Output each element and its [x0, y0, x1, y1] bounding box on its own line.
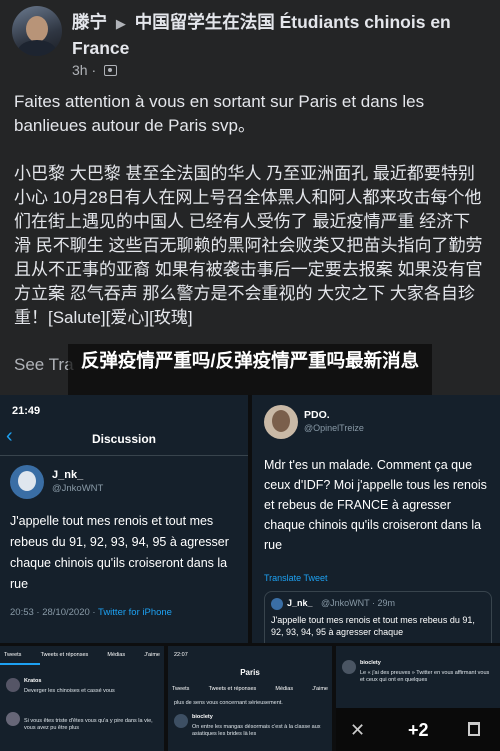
tab2-replies[interactable]: Tweets et réponses	[209, 686, 257, 693]
thumb2-title: Paris	[240, 668, 260, 677]
tweet-date: 20:53 · 28/10/2020 · Twitter for iPhone	[10, 607, 172, 618]
thumb2-line-2: On entre les mangas désormais c'est à la…	[192, 724, 321, 737]
profile-thumbnail-2[interactable]: 22:07 Paris Tweets Tweets et réponses Mé…	[168, 643, 332, 751]
trash-icon[interactable]	[468, 722, 480, 736]
post-meta: 3h ·	[72, 62, 118, 78]
profile-thumbnail-3[interactable]: bioclety Le « j'ai des preuves » Twitter…	[336, 643, 500, 751]
thumb-username: Kratos	[24, 678, 42, 684]
tab-media[interactable]: Médias	[107, 652, 125, 659]
thumb-avatar	[6, 678, 20, 692]
post-time[interactable]: 3h ·	[72, 62, 96, 78]
facebook-post: 滕宁 ▶ 中国留学生在法国 Étudiants chinois en Franc…	[0, 0, 500, 395]
tweet-screenshots: 21:49 ‹ Discussion J_nk_ @JnkoWNT J'appe…	[0, 395, 500, 751]
post-header: 滕宁 ▶ 中国留学生在法国 Étudiants chinois en Franc…	[72, 10, 492, 60]
quoted-name: J_nk_	[287, 598, 313, 608]
tweet-date-text: 20:53 · 28/10/2020 ·	[10, 607, 96, 618]
close-icon[interactable]: ✕	[350, 720, 365, 741]
thumb2-time: 22:07	[174, 652, 188, 658]
image-count: +2	[408, 720, 429, 740]
tab2-media[interactable]: Médias	[275, 686, 293, 693]
tab-tweets[interactable]: Tweets	[4, 652, 21, 659]
reply-text: Mdr t'es un malade. Comment ça que ceux …	[264, 458, 487, 552]
quoted-tweet[interactable]: J_nk_ @JnkoWNT · 29m J'appelle tout mes …	[264, 591, 492, 643]
profile-thumbnail-1[interactable]: Tweets Tweets et réponses Médias J'aime …	[0, 643, 164, 751]
reply-screenshot: PDO. @OpinelTreize Mdr t'es un malade. C…	[252, 395, 500, 643]
post-text-chinese: 小巴黎 大巴黎 甚至全法国的华人 乃至亚洲面孔 最近都要特别小心 10月28日有…	[14, 164, 483, 327]
tweet-client[interactable]: Twitter for iPhone	[98, 607, 172, 618]
tweet-author-name[interactable]: J_nk_	[52, 469, 83, 481]
thumb-tweet-1: Deverger les chinoises et cassé vous	[24, 688, 115, 694]
thumb2-avatar	[174, 714, 188, 728]
profile-tabs: Tweets Tweets et réponses Médias J'aime	[4, 652, 160, 659]
avatar-body	[18, 40, 56, 56]
see-translation-link[interactable]: See Tra	[14, 355, 74, 375]
discussion-screenshot: 21:49 ‹ Discussion J_nk_ @JnkoWNT J'appe…	[0, 395, 248, 643]
tab-replies[interactable]: Tweets et réponses	[41, 652, 89, 659]
post-text-french: Faites attention à vous en sortant sur P…	[14, 92, 425, 135]
group-privacy-icon	[104, 65, 118, 76]
thumb2-line-1: plus de sens vous concernant sérieusemen…	[174, 700, 283, 706]
avatar-face	[26, 16, 48, 42]
status-time: 21:49	[12, 405, 41, 417]
thumb2-tabs: Tweets Tweets et réponses Médias J'aime	[172, 686, 328, 693]
discussion-header: Discussion	[91, 432, 157, 446]
reply-avatar[interactable]	[264, 405, 298, 439]
tab2-likes[interactable]: J'aime	[312, 686, 328, 693]
author-name[interactable]: 滕宁	[72, 12, 107, 32]
thumb3-toolbar: ✕ +2	[336, 708, 500, 751]
thumb-tweet-2: Si vous êtes triste d'êtes vous qu'a y p…	[24, 718, 153, 731]
tab-likes[interactable]: J'aime	[144, 652, 160, 659]
user-avatar[interactable]	[10, 465, 44, 499]
tweet-author-handle[interactable]: @JnkoWNT	[52, 483, 103, 494]
reply-author-name[interactable]: PDO.	[304, 409, 330, 421]
reply-author-handle[interactable]: @OpinelTreize	[304, 423, 364, 433]
group-name[interactable]: 中国留学生在法国 Étudiants chinois en France	[72, 12, 451, 58]
quoted-text: J'appelle tout mes renois et tout mes re…	[271, 615, 475, 637]
thumb3-username: bioclety	[360, 660, 381, 666]
caption-title: 反弹疫情严重吗/反弹疫情严重吗最新消息	[80, 350, 420, 371]
quoted-handle: @JnkoWNT · 29m	[321, 598, 395, 608]
thumb3-text: Le « j'ai des preuves » Twitter en vous …	[360, 670, 490, 683]
arrow-icon: ▶	[115, 16, 126, 31]
thumb-avatar-2	[6, 712, 20, 726]
thumb3-avatar	[342, 660, 356, 674]
translate-tweet-link[interactable]: Translate Tweet	[264, 573, 328, 583]
author-avatar[interactable]	[12, 6, 62, 56]
tweet-text: J'appelle tout mes renois et tout mes re…	[10, 514, 229, 591]
quoted-avatar	[271, 598, 283, 610]
tab2-tweets[interactable]: Tweets	[172, 686, 189, 693]
thumb2-username: bioclety	[192, 714, 213, 720]
